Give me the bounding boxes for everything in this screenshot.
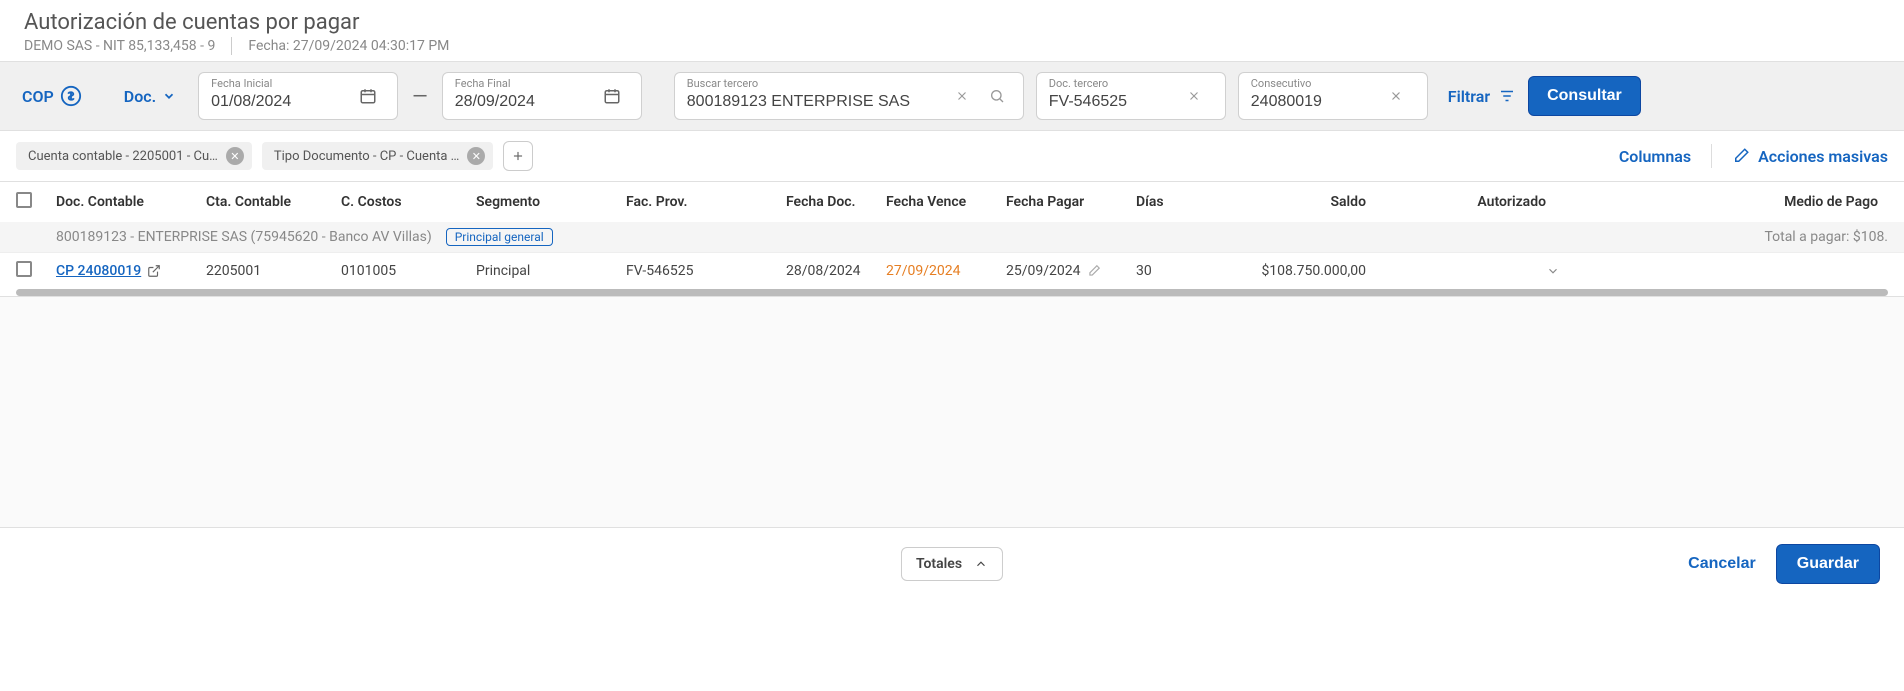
chip-label: Tipo Documento - CP - Cuenta … [274, 149, 459, 164]
cell-costos: 0101005 [341, 263, 476, 279]
select-all-checkbox[interactable] [16, 192, 32, 208]
empty-area [0, 297, 1904, 527]
acciones-masivas-label: Acciones masivas [1758, 147, 1888, 166]
calendar-icon[interactable] [593, 87, 631, 105]
doc-tercero-label: Doc. tercero [1049, 77, 1108, 90]
footer: Totales Cancelar Guardar [0, 527, 1904, 600]
chevron-up-icon [974, 557, 988, 571]
totales-toggle[interactable]: Totales [901, 547, 1003, 581]
chip-label: Cuenta contable - 2205001 - Cu… [28, 149, 218, 164]
group-name: 800189123 - ENTERPRISE SAS (75945620 - B… [56, 229, 432, 245]
doc-dropdown[interactable]: Doc. [124, 87, 176, 106]
clear-icon[interactable] [1379, 89, 1413, 103]
timestamp: Fecha: 27/09/2024 04:30:17 PM [248, 38, 449, 54]
tercero-field[interactable]: Buscar tercero [674, 72, 1024, 120]
acciones-masivas-button[interactable]: Acciones masivas [1732, 147, 1888, 166]
filter-bar: COP Doc. Fecha Inicial — Fecha Final Bus… [0, 61, 1904, 131]
cell-saldo: $108.750.000,00 [1236, 263, 1406, 279]
cell-fac: FV-546525 [626, 263, 786, 279]
currency-indicator[interactable]: COP [22, 85, 82, 107]
col-medio-pago[interactable]: Medio de Pago [1546, 194, 1888, 210]
clear-icon[interactable] [1177, 89, 1211, 103]
consecutivo-field[interactable]: Consecutivo [1238, 72, 1428, 120]
doc-link-text: CP 24080019 [56, 263, 141, 279]
doc-link[interactable]: CP 24080019 [56, 263, 161, 279]
fecha-inicial-field[interactable]: Fecha Inicial [198, 72, 398, 120]
cell-medio-pago[interactable] [1546, 264, 1888, 278]
fecha-final-label: Fecha Final [455, 77, 511, 90]
col-dias[interactable]: Días [1136, 194, 1236, 210]
tercero-label: Buscar tercero [687, 77, 758, 90]
col-fecha-doc[interactable]: Fecha Doc. [786, 194, 886, 210]
principal-badge: Principal general [446, 228, 553, 246]
cell-dias: 30 [1136, 263, 1236, 279]
fecha-pagar-value: 25/09/2024 [1006, 263, 1081, 279]
separator [231, 37, 232, 55]
table-row: CP 24080019 2205001 0101005 Principal FV… [0, 252, 1904, 289]
page-title: Autorización de cuentas por pagar [24, 10, 1880, 35]
totales-label: Totales [916, 556, 962, 572]
data-table: Doc. Contable Cta. Contable C. Costos Se… [0, 181, 1904, 297]
pencil-icon [1732, 147, 1750, 165]
fecha-inicial-label: Fecha Inicial [211, 77, 272, 90]
chevron-down-icon [162, 89, 176, 103]
doc-tercero-field[interactable]: Doc. tercero [1036, 72, 1226, 120]
doc-dropdown-label: Doc. [124, 87, 156, 106]
close-icon[interactable]: ✕ [467, 147, 485, 165]
col-segmento[interactable]: Segmento [476, 194, 626, 210]
consultar-button[interactable]: Consultar [1528, 76, 1641, 116]
guardar-button[interactable]: Guardar [1776, 544, 1880, 584]
filter-icon [1498, 87, 1516, 105]
table-header: Doc. Contable Cta. Contable C. Costos Se… [0, 182, 1904, 222]
col-saldo[interactable]: Saldo [1236, 194, 1406, 210]
fecha-final-field[interactable]: Fecha Final [442, 72, 642, 120]
columnas-button[interactable]: Columnas [1619, 147, 1691, 166]
calendar-icon[interactable] [349, 87, 387, 105]
company-info: DEMO SAS - NIT 85,133,458 - 9 [24, 38, 215, 54]
search-icon[interactable] [979, 88, 1015, 104]
filter-chip-cuenta[interactable]: Cuenta contable - 2205001 - Cu… ✕ [16, 142, 252, 170]
filtrar-label: Filtrar [1448, 87, 1490, 106]
close-icon[interactable]: ✕ [226, 147, 244, 165]
col-doc-contable[interactable]: Doc. Contable [56, 194, 206, 210]
date-range-dash: — [410, 84, 430, 108]
row-checkbox[interactable] [16, 261, 32, 277]
col-fac-prov[interactable]: Fac. Prov. [626, 194, 786, 210]
pencil-icon[interactable] [1087, 264, 1101, 278]
group-total: Total a pagar: $108. [1764, 229, 1888, 245]
external-link-icon [147, 264, 161, 278]
group-header: 800189123 - ENTERPRISE SAS (75945620 - B… [0, 222, 1904, 252]
dollar-icon [60, 85, 82, 107]
cell-fecha-pagar[interactable]: 25/09/2024 [1006, 263, 1136, 279]
currency-label: COP [22, 87, 54, 106]
chevron-down-icon [1546, 264, 1878, 278]
col-fecha-pagar[interactable]: Fecha Pagar [1006, 194, 1136, 210]
filtrar-button[interactable]: Filtrar [1448, 87, 1516, 106]
col-autorizado[interactable]: Autorizado [1406, 194, 1546, 210]
cell-fecha-doc: 28/08/2024 [786, 263, 886, 279]
chips-row: Cuenta contable - 2205001 - Cu… ✕ Tipo D… [0, 131, 1904, 181]
cancelar-button[interactable]: Cancelar [1688, 555, 1756, 573]
add-filter-button[interactable] [503, 141, 533, 171]
filter-chip-tipo-doc[interactable]: Tipo Documento - CP - Cuenta … ✕ [262, 142, 493, 170]
separator [1711, 144, 1712, 168]
cell-segmento: Principal [476, 263, 626, 279]
col-c-costos[interactable]: C. Costos [341, 194, 476, 210]
horizontal-scrollbar[interactable] [16, 289, 1888, 296]
consecutivo-label: Consecutivo [1251, 77, 1312, 90]
clear-icon[interactable] [945, 89, 979, 103]
col-cta-contable[interactable]: Cta. Contable [206, 194, 341, 210]
cell-fecha-vence: 27/09/2024 [886, 263, 1006, 279]
cell-cta: 2205001 [206, 263, 341, 279]
col-fecha-vence[interactable]: Fecha Vence [886, 194, 1006, 210]
